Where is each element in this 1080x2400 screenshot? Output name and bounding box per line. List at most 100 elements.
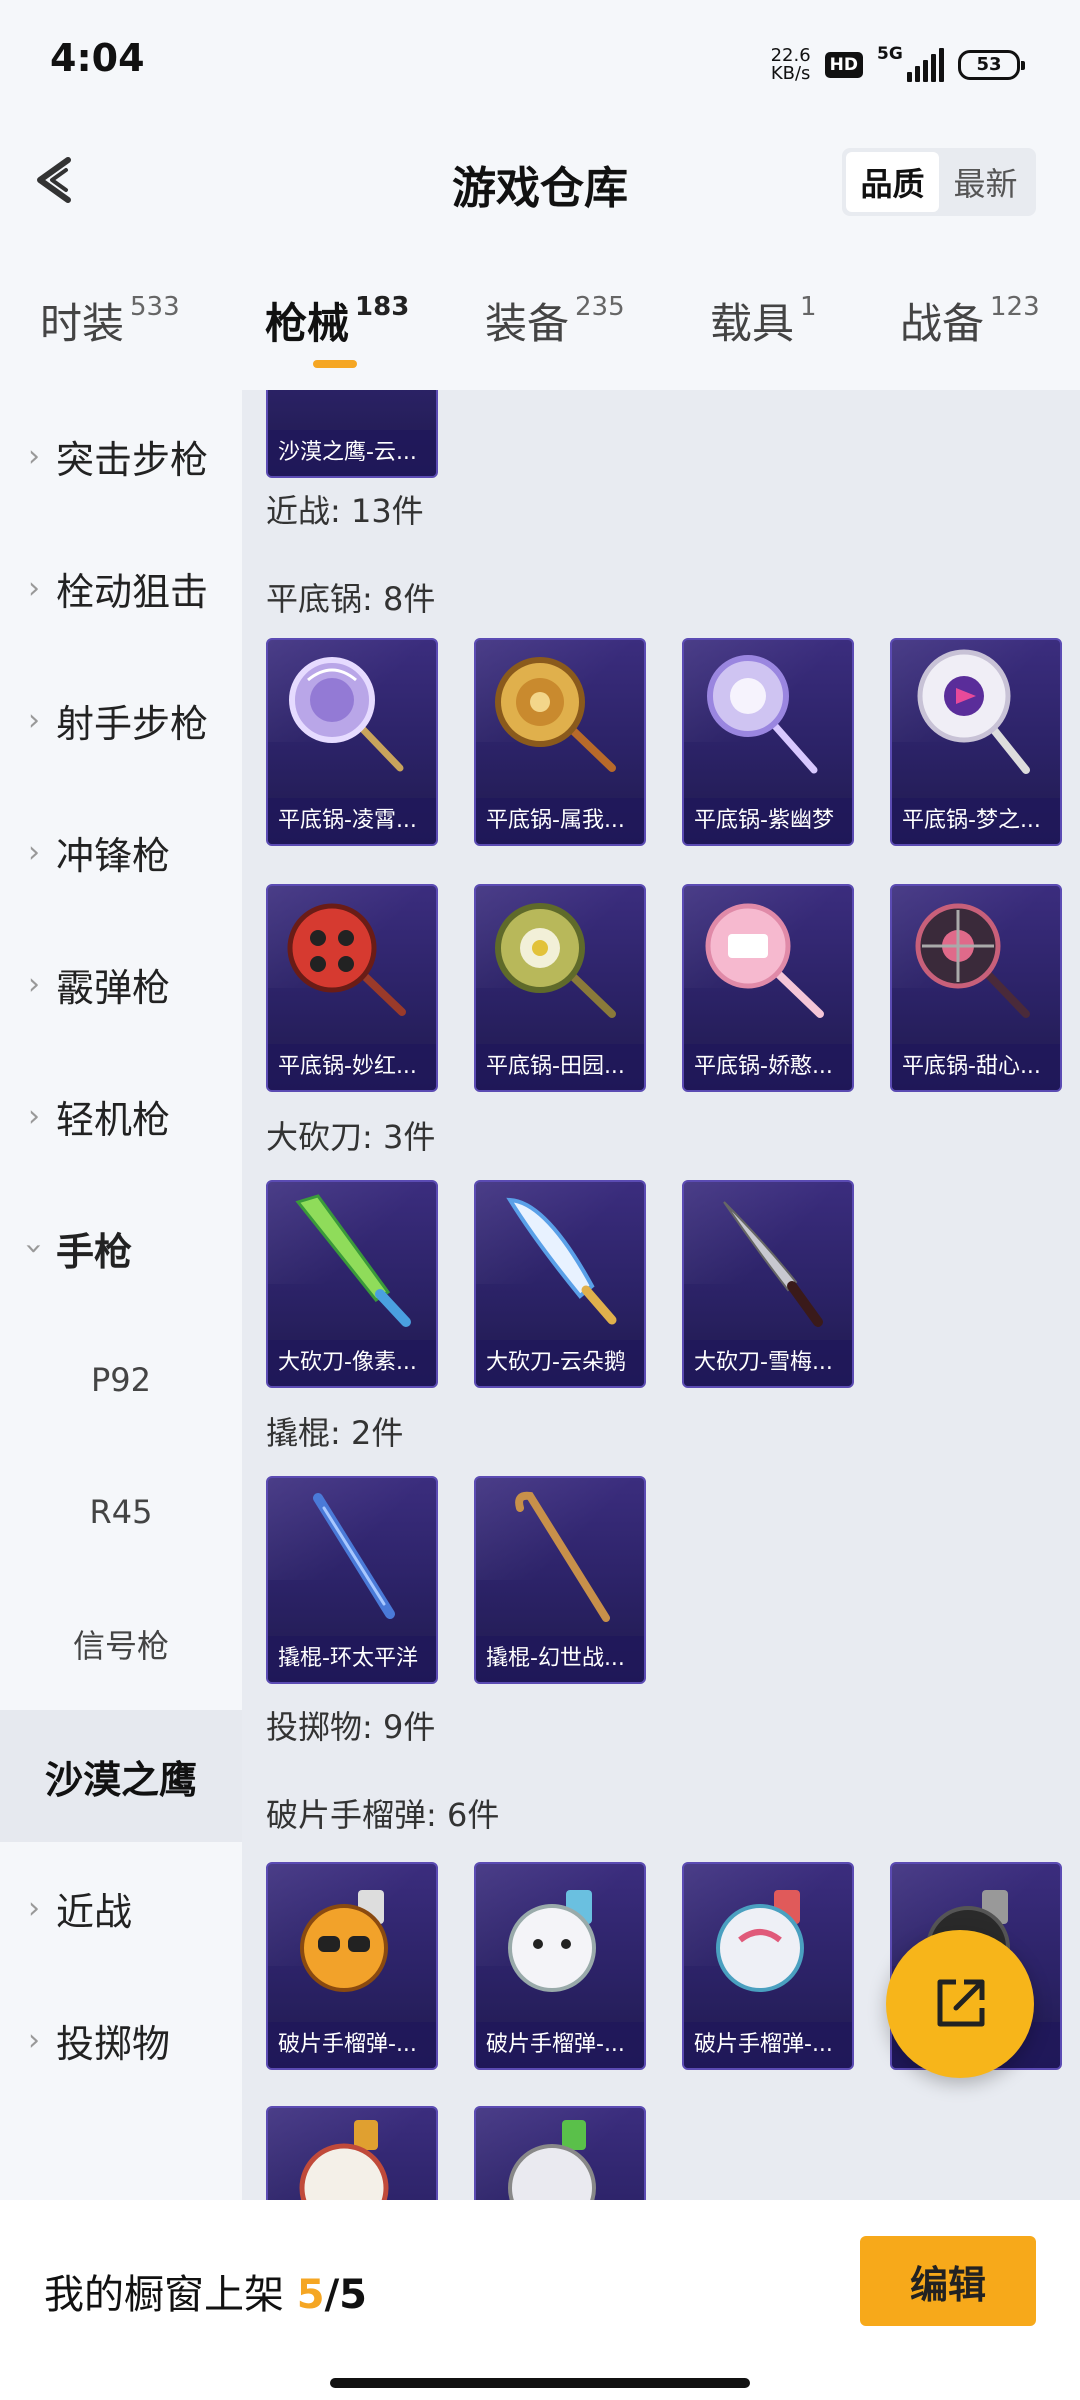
sidebar-item-label: 信号枪	[72, 1627, 169, 1665]
chevron-right-icon: ›	[28, 570, 40, 606]
tab-label: 战备	[900, 299, 985, 348]
chevron-right-icon: ›	[28, 702, 40, 738]
edit-button[interactable]: 编辑	[860, 2236, 1036, 2326]
sidebar-item-label: 投掷物	[56, 2021, 171, 2066]
section-crowbar-header: 撬棍: 2件	[266, 1414, 404, 1452]
grenade-image	[508, 2120, 596, 2200]
battery-icon: 53	[958, 50, 1025, 80]
pan-image	[705, 903, 824, 1018]
section-machete-header: 大砍刀: 3件	[266, 1118, 436, 1156]
sidebar-item-marksman-rifle[interactable]: › 射手步枪	[0, 654, 242, 786]
item-card-frag-grenade[interactable]: 破片手榴弹-...	[474, 1862, 646, 2070]
sidebar-item-label: 轻机枪	[56, 1097, 171, 1142]
item-card-desert-eagle[interactable]: 沙漠之鹰-云...	[266, 390, 438, 478]
sidebar-item-label: 沙漠之鹰	[44, 1757, 197, 1802]
sidebar-item-label: 手枪	[56, 1229, 133, 1274]
item-grid: 沙漠之鹰-云... 近战: 13件 平底锅: 8件 平底锅-凌霄... 平底锅-…	[242, 390, 1080, 2200]
tab-guns[interactable]: 枪械 183	[265, 290, 409, 351]
sidebar-item-label: 射手步枪	[56, 701, 209, 746]
sort-quality-button[interactable]: 品质	[846, 152, 939, 212]
item-card-frag-grenade[interactable]	[474, 2106, 646, 2200]
tab-equipment[interactable]: 装备 235	[485, 290, 625, 351]
item-card-label: 撬棍-幻世战...	[476, 1636, 644, 1682]
tab-label: 时装	[40, 299, 125, 348]
pan-image	[915, 903, 1030, 1018]
machete-image	[506, 1197, 617, 1325]
status-icons: 22.6 KB/s HD 5G 53	[771, 40, 1025, 90]
item-card-frag-grenade[interactable]: 破片手榴弹-...	[266, 1862, 438, 2070]
tab-count: 235	[575, 292, 625, 322]
item-card-frag-grenade[interactable]	[266, 2106, 438, 2200]
showcase-count: 我的橱窗上架 5/5	[44, 2262, 367, 2320]
sort-toggle: 品质 最新	[842, 148, 1036, 216]
item-card-pan[interactable]: 平底锅-娇憨...	[682, 884, 854, 1092]
sidebar-item-shotgun[interactable]: › 霰弹枪	[0, 918, 242, 1050]
tab-fashion[interactable]: 时装 533	[40, 290, 180, 351]
tab-vehicles[interactable]: 载具 1	[710, 290, 817, 351]
item-card-label: 撬棍-环太平洋	[268, 1636, 436, 1682]
tab-combat-gear[interactable]: 战备 123	[900, 290, 1040, 351]
sidebar-item-pistol[interactable]: › 手枪	[0, 1182, 242, 1314]
item-card-pan[interactable]: 平底锅-凌霄...	[266, 638, 438, 846]
active-tab-indicator	[313, 360, 357, 368]
item-card-crowbar[interactable]: 撬棍-环太平洋	[266, 1476, 438, 1684]
item-card-label: 平底锅-属我...	[476, 798, 644, 844]
share-button[interactable]	[886, 1930, 1034, 2078]
chevron-down-icon: ›	[16, 1242, 52, 1254]
crowbar-image	[313, 1493, 395, 1619]
grenade-image	[299, 2120, 389, 2200]
item-card-label: 破片手榴弹-...	[684, 2022, 852, 2068]
status-time: 4:04	[50, 36, 145, 80]
sidebar-item-label: 霰弹枪	[56, 965, 171, 1010]
item-card-machete[interactable]: 大砍刀-雪梅...	[682, 1180, 854, 1388]
item-card-label: 沙漠之鹰-云...	[268, 430, 436, 476]
sidebar-item-assault-rifle[interactable]: › 突击步枪	[0, 390, 242, 522]
sidebar-subitem-p92[interactable]: P92	[0, 1314, 242, 1446]
item-card-label: 大砍刀-云朵鹅	[476, 1340, 644, 1386]
showcase-total: /5	[324, 2272, 368, 2318]
item-card-pan[interactable]: 平底锅-梦之...	[890, 638, 1062, 846]
item-card-pan[interactable]: 平底锅-田园...	[474, 884, 646, 1092]
tab-count: 183	[355, 292, 410, 322]
item-card-label: 破片手榴弹-...	[476, 2022, 644, 2068]
grenade-image	[716, 1890, 804, 1992]
item-card-crowbar[interactable]: 撬棍-幻世战...	[474, 1476, 646, 1684]
chevron-right-icon: ›	[28, 438, 40, 474]
home-indicator[interactable]	[330, 2378, 750, 2388]
section-frag-header: 破片手榴弹: 6件	[266, 1796, 500, 1834]
grenade-image	[300, 1890, 388, 1992]
sidebar-item-throwables[interactable]: › 投掷物	[0, 1974, 242, 2106]
section-throwables-header: 投掷物: 9件	[266, 1708, 436, 1746]
item-card-label: 破片手榴弹-...	[268, 2022, 436, 2068]
sidebar-item-lmg[interactable]: › 轻机枪	[0, 1050, 242, 1182]
chevron-right-icon: ›	[28, 1890, 40, 1926]
item-card-frag-grenade[interactable]: 破片手榴弹-...	[682, 1862, 854, 2070]
item-card-machete[interactable]: 大砍刀-像素...	[266, 1180, 438, 1388]
sidebar-subitem-desert-eagle[interactable]: 沙漠之鹰	[0, 1710, 242, 1842]
sidebar-subitem-r45[interactable]: R45	[0, 1446, 242, 1578]
sidebar-item-label: 突击步枪	[56, 437, 209, 482]
crowbar-image	[515, 1491, 610, 1622]
item-card-pan[interactable]: 平底锅-妙红...	[266, 884, 438, 1092]
tab-label: 装备	[485, 299, 570, 348]
item-card-label: 平底锅-娇憨...	[684, 1044, 852, 1090]
sidebar-item-melee[interactable]: › 近战	[0, 1842, 242, 1974]
item-card-pan[interactable]: 平底锅-甜心...	[890, 884, 1062, 1092]
tab-count: 533	[130, 292, 180, 322]
item-card-pan[interactable]: 平底锅-属我...	[474, 638, 646, 846]
sidebar-item-bolt-sniper[interactable]: › 栓动狙击	[0, 522, 242, 654]
sidebar-item-smg[interactable]: › 冲锋枪	[0, 786, 242, 918]
sort-newest-button[interactable]: 最新	[939, 152, 1032, 212]
item-card-label: 平底锅-紫幽梦	[684, 798, 852, 844]
item-card-machete[interactable]: 大砍刀-云朵鹅	[474, 1180, 646, 1388]
chevron-right-icon: ›	[28, 966, 40, 1002]
section-melee-header: 近战: 13件	[266, 492, 424, 530]
network-type: 5G	[877, 44, 903, 64]
pan-image	[917, 649, 1030, 774]
item-card-pan[interactable]: 平底锅-紫幽梦	[682, 638, 854, 846]
pan-image	[287, 903, 406, 1016]
signal-icon: 5G	[877, 44, 944, 82]
sidebar-subitem-flare-gun[interactable]: 信号枪	[0, 1578, 242, 1710]
machete-image	[295, 1194, 411, 1327]
sidebar-item-label: 近战	[56, 1889, 133, 1934]
